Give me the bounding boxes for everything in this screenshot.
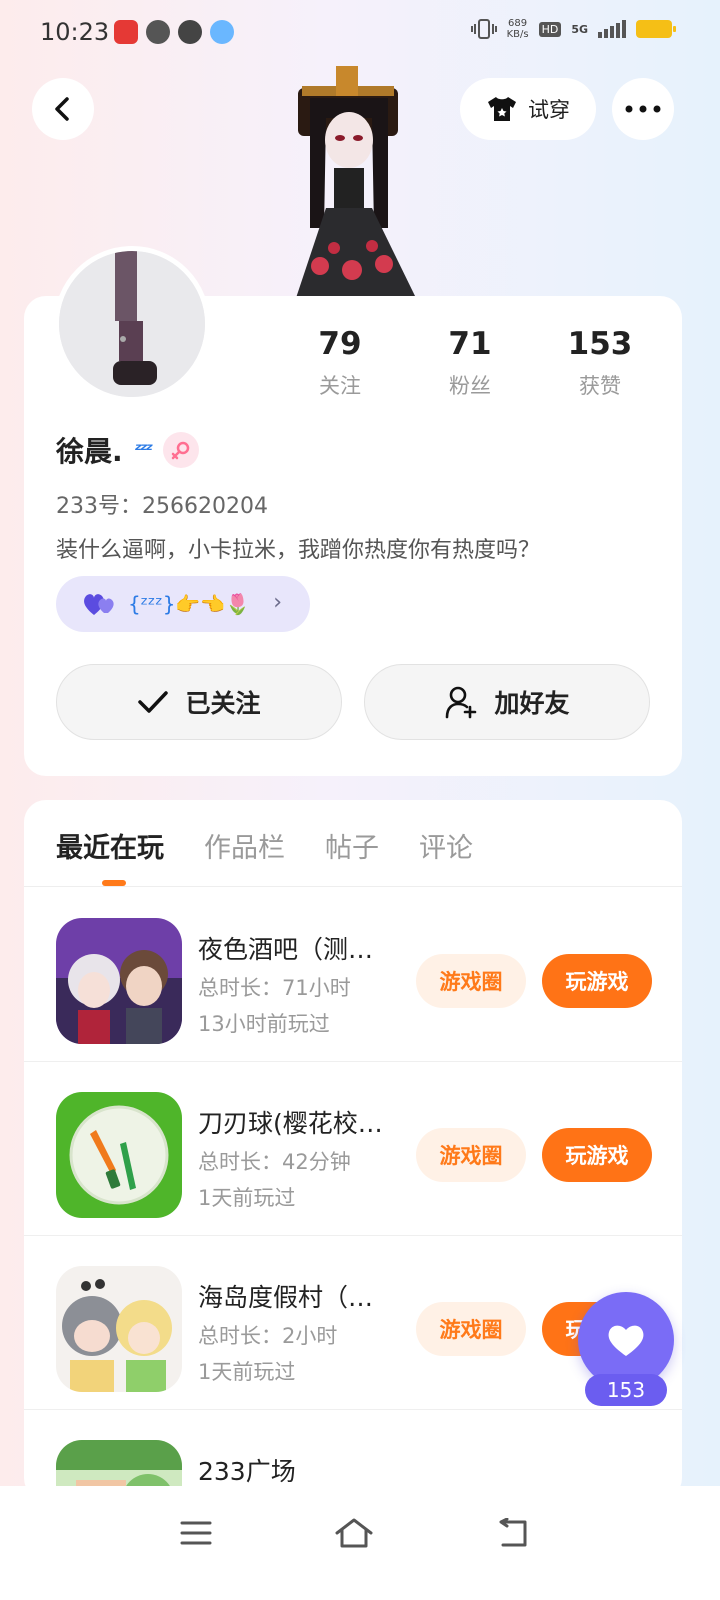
game-duration: 总时长：71小时: [198, 976, 351, 1000]
game-icon-island-resort[interactable]: [56, 1266, 182, 1392]
divider: [24, 886, 682, 887]
hd-badge: HD: [538, 21, 562, 37]
stat-value: 71: [448, 326, 492, 362]
game-icon-blade-ball[interactable]: [56, 1092, 182, 1218]
app-notification-icon: [114, 20, 138, 44]
play-game-button[interactable]: 玩游戏: [542, 1128, 652, 1182]
game-title: 刀刃球(樱花校…: [198, 1109, 383, 1138]
stat-likes[interactable]: 153 获赞: [540, 326, 660, 400]
game-duration: 总时长：42分钟: [198, 1150, 351, 1174]
game-list: 夜色酒吧（测… 总时长：71小时 13小时前玩过 游戏圈 玩游戏 刀刃球(樱花校…: [24, 888, 682, 1500]
play-game-button[interactable]: 玩游戏: [542, 954, 652, 1008]
vibrate-icon: [470, 19, 497, 39]
chevron-left-icon: [55, 97, 69, 121]
game-circle-button[interactable]: 游戏圈: [416, 1302, 526, 1356]
game-list-item[interactable]: 刀刃球(樱花校… 总时长：42分钟 1天前玩过 游戏圈 玩游戏: [24, 1062, 682, 1236]
game-title: 夜色酒吧（测…: [198, 935, 374, 964]
game-circle-button[interactable]: 游戏圈: [416, 954, 526, 1008]
profile-stats: 79 关注 71 粉丝 153 获赞: [280, 326, 660, 400]
home-icon: [335, 1518, 373, 1548]
net-speed: 689 KB/s: [506, 18, 529, 40]
game-circle-button[interactable]: 游戏圈: [416, 1128, 526, 1182]
user-avatar[interactable]: [54, 246, 210, 402]
user-id: 233号：256620204: [56, 494, 268, 519]
stat-value: 79: [318, 326, 362, 362]
badge-text: {ᶻᶻᶻ}👉👈🌷: [128, 592, 251, 616]
notification-icons: [114, 20, 234, 44]
user-bio: 装什么逼啊，小卡拉米，我蹭你热度你有热度吗？: [56, 538, 541, 563]
back-nav-button[interactable]: [482, 1508, 542, 1558]
cloud-icon: [210, 20, 234, 44]
name-row: 徐晨. ᶻᶻᶻ: [56, 430, 200, 470]
stat-followers[interactable]: 71 粉丝: [410, 326, 530, 400]
follow-button[interactable]: 已关注: [56, 664, 342, 740]
profile-actions: 已关注 加好友: [56, 664, 650, 740]
follow-label: 已关注: [185, 689, 261, 718]
game-icon-night-bar[interactable]: [56, 918, 182, 1044]
status-badge-chip[interactable]: {ᶻᶻᶻ}👉👈🌷 ›: [56, 576, 310, 632]
content-card: 最近在玩 作品栏 帖子 评论 夜色酒吧（测… 总时长：71小时 13小时前玩过 …: [24, 800, 682, 1500]
try-on-button[interactable]: 试穿: [460, 78, 596, 140]
more-options-button[interactable]: [612, 78, 674, 140]
back-button[interactable]: [32, 78, 94, 140]
add-user-icon: [446, 686, 477, 719]
profile-tabs: 最近在玩 作品栏 帖子 评论: [56, 826, 473, 865]
add-friend-label: 加好友: [494, 689, 570, 718]
user-name: 徐晨.: [56, 435, 123, 468]
stat-following[interactable]: 79 关注: [280, 326, 400, 400]
checkmark-icon: [138, 691, 169, 713]
tab-works[interactable]: 作品栏: [204, 826, 285, 865]
network-type: 5G: [571, 22, 588, 36]
menu-icon: [180, 1521, 212, 1545]
game-title: 海岛度假村（…: [198, 1283, 374, 1312]
chevron-right-icon: ›: [273, 590, 282, 615]
status-indicators: 689 KB/s HD 5G: [470, 18, 676, 40]
heart-icon: [608, 1325, 644, 1356]
hearts-icon: [84, 594, 114, 615]
tshirt-icon: [488, 97, 516, 121]
game-title: 233广场: [198, 1457, 296, 1486]
game-duration: 总时长：2小时: [198, 1324, 338, 1348]
more-dots-icon: [625, 105, 661, 113]
game-last-played: 1天前玩过: [198, 1186, 296, 1210]
menu-nav-button[interactable]: [166, 1508, 226, 1558]
system-nav-bar: [0, 1486, 720, 1600]
message-icon: [146, 20, 170, 44]
signal-icon: [598, 20, 626, 38]
stat-value: 153: [567, 326, 633, 362]
like-count: 153: [585, 1374, 667, 1406]
tab-recently-played[interactable]: 最近在玩: [56, 826, 164, 865]
game-last-played: 13小时前玩过: [198, 1012, 330, 1036]
home-nav-button[interactable]: [324, 1508, 384, 1558]
stat-label: 获赞: [579, 374, 621, 398]
status-bar: 10:23 689 KB/s HD 5G: [0, 0, 720, 66]
game-last-played: 1天前玩过: [198, 1360, 296, 1384]
avatar-image: [59, 251, 205, 397]
tab-posts[interactable]: 帖子: [325, 826, 379, 865]
tab-comments[interactable]: 评论: [419, 826, 473, 865]
back-arrow-icon: [499, 1518, 527, 1547]
game-list-item[interactable]: 夜色酒吧（测… 总时长：71小时 13小时前玩过 游戏圈 玩游戏: [24, 888, 682, 1062]
stat-label: 关注: [319, 374, 361, 398]
link-icon: [178, 20, 202, 44]
sleep-zzz-icon: ᶻᶻᶻ: [134, 439, 153, 461]
avatar-figure-image[interactable]: [276, 58, 436, 298]
battery-icon: [636, 20, 676, 38]
add-friend-button[interactable]: 加好友: [364, 664, 650, 740]
female-gender-icon: [163, 432, 200, 468]
try-on-label: 试穿: [528, 98, 570, 122]
status-time: 10:23: [40, 18, 110, 46]
stat-label: 粉丝: [449, 374, 491, 398]
